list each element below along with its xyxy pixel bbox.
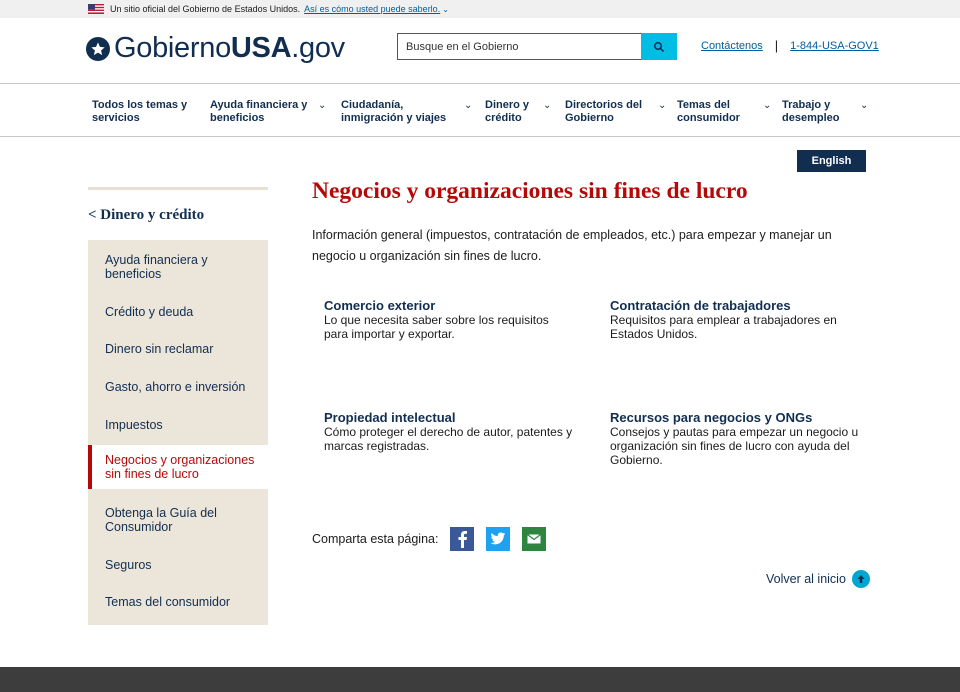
back-to-top-link[interactable]: Volver al inicio [766, 570, 870, 588]
sidebar-item-impuestos[interactable]: Impuestos [88, 405, 268, 445]
topic-description: Consejos y pautas para empezar un negoci… [610, 425, 859, 467]
nav-item-todos-los-temas[interactable]: Todos los temas y servicios [92, 99, 202, 125]
topic-card: Propiedad intelectual Cómo proteger el d… [324, 410, 574, 453]
nav-item-ayuda-financiera[interactable]: Ayuda financiera y beneficios ⌄ [210, 99, 330, 125]
topic-link-propiedad-intelectual[interactable]: Propiedad intelectual [324, 410, 574, 425]
english-button[interactable]: English [797, 150, 866, 172]
chevron-down-icon: ⌄ [464, 100, 473, 111]
nav-item-label: Trabajo y desempleo [782, 99, 840, 124]
email-icon[interactable] [522, 527, 547, 551]
sidebar-item-ayuda-financiera[interactable]: Ayuda financiera y beneficios [88, 240, 268, 293]
site-logo[interactable]: GobiernoUSA.gov [86, 32, 345, 65]
arrow-up-icon [851, 570, 870, 588]
nav-item-directorios[interactable]: Directorios del Gobierno ⌄ [565, 99, 667, 125]
chevron-down-icon: ⌄ [763, 100, 772, 111]
topic-card: Recursos para negocios y ONGs Consejos y… [610, 410, 860, 467]
gov-banner-text: Un sitio oficial del Gobierno de Estados… [110, 4, 301, 14]
sidebar-item-credito-deuda[interactable]: Crédito y deuda [88, 293, 268, 330]
chevron-down-icon: ⌄ [318, 100, 327, 111]
divider: | [774, 38, 779, 53]
nav-item-label: Todos los temas y servicios [92, 99, 188, 124]
topic-description: Requisitos para emplear a trabajadores e… [610, 313, 837, 341]
chevron-down-icon[interactable]: ⌄ [442, 5, 449, 14]
nav-item-trabajo[interactable]: Trabajo y desempleo ⌄ [782, 99, 872, 125]
share-label: Comparta esta página: [312, 532, 439, 546]
sidebar-list: Ayuda financiera y beneficios Crédito y … [88, 240, 268, 625]
chevron-down-icon: ⌄ [658, 100, 667, 111]
chevron-down-icon: ⌄ [860, 100, 869, 111]
main-nav: Todos los temas y servicios Ayuda financ… [0, 84, 960, 137]
sidebar-item-temas-consumidor[interactable]: Temas del consumidor [88, 579, 268, 625]
nav-item-label: Dinero y crédito [485, 99, 530, 124]
logo-text: GobiernoUSA.gov [114, 32, 345, 64]
share-bar: Comparta esta página: [312, 527, 547, 551]
topic-link-recursos-negocios[interactable]: Recursos para negocios y ONGs [610, 410, 860, 425]
star-icon [86, 36, 110, 61]
sidebar: < Dinero y crédito Ayuda financiera y be… [88, 187, 268, 625]
topic-card: Comercio exterior Lo que necesita saber … [324, 298, 574, 341]
search-button[interactable] [641, 33, 677, 60]
back-to-top-label: Volver al inicio [766, 572, 846, 586]
contact-link[interactable]: Contáctenos [701, 40, 763, 52]
twitter-icon[interactable] [486, 527, 511, 551]
sidebar-item-gasto-ahorro[interactable]: Gasto, ahorro e inversión [88, 368, 268, 405]
sidebar-item-seguros[interactable]: Seguros [88, 550, 268, 579]
sidebar-item-dinero-sin-reclamar[interactable]: Dinero sin reclamar [88, 330, 268, 368]
page-title: Negocios y organizaciones sin fines de l… [312, 178, 748, 204]
gov-banner: Un sitio oficial del Gobierno de Estados… [0, 0, 960, 18]
topic-description: Lo que necesita saber sobre los requisit… [324, 313, 549, 341]
sidebar-item-negocios[interactable]: Negocios y organizaciones sin fines de l… [88, 445, 268, 489]
chevron-down-icon: ⌄ [543, 100, 552, 111]
topic-card: Contratación de trabajadores Requisitos … [610, 298, 860, 341]
sidebar-item-guia-consumidor[interactable]: Obtenga la Guía del Consumidor [88, 489, 268, 550]
gov-banner-link[interactable]: Así es cómo usted puede saberlo. [304, 4, 440, 14]
nav-item-ciudadania[interactable]: Ciudadanía, inmigración y viajes ⌄ [341, 99, 473, 125]
us-flag-icon [88, 4, 104, 14]
nav-item-label: Temas del consumidor [677, 99, 740, 124]
nav-item-label: Ayuda financiera y beneficios [210, 99, 308, 124]
main-content: Negocios y organizaciones sin fines de l… [312, 178, 872, 267]
facebook-icon[interactable] [450, 527, 475, 551]
nav-item-label: Ciudadanía, inmigración y viajes [341, 99, 447, 124]
topic-description: Cómo proteger el derecho de autor, paten… [324, 425, 573, 453]
sidebar-back-link[interactable]: < Dinero y crédito [88, 190, 268, 240]
nav-item-dinero-credito[interactable]: Dinero y crédito ⌄ [485, 99, 555, 125]
nav-item-label: Directorios del Gobierno [565, 99, 643, 124]
nav-item-temas-consumidor[interactable]: Temas del consumidor ⌄ [677, 99, 772, 125]
site-footer [0, 667, 960, 692]
search-icon [654, 41, 665, 52]
topic-link-contratacion[interactable]: Contratación de trabajadores [610, 298, 860, 313]
topic-link-comercio-exterior[interactable]: Comercio exterior [324, 298, 574, 313]
search-form [397, 33, 677, 60]
site-header: GobiernoUSA.gov Contáctenos | 1-844-USA-… [0, 18, 960, 84]
search-input[interactable] [397, 33, 641, 60]
phone-link[interactable]: 1-844-USA-GOV1 [790, 40, 879, 52]
page-intro: Información general (impuestos, contrata… [312, 228, 832, 263]
header-links: Contáctenos | 1-844-USA-GOV1 [701, 38, 879, 53]
